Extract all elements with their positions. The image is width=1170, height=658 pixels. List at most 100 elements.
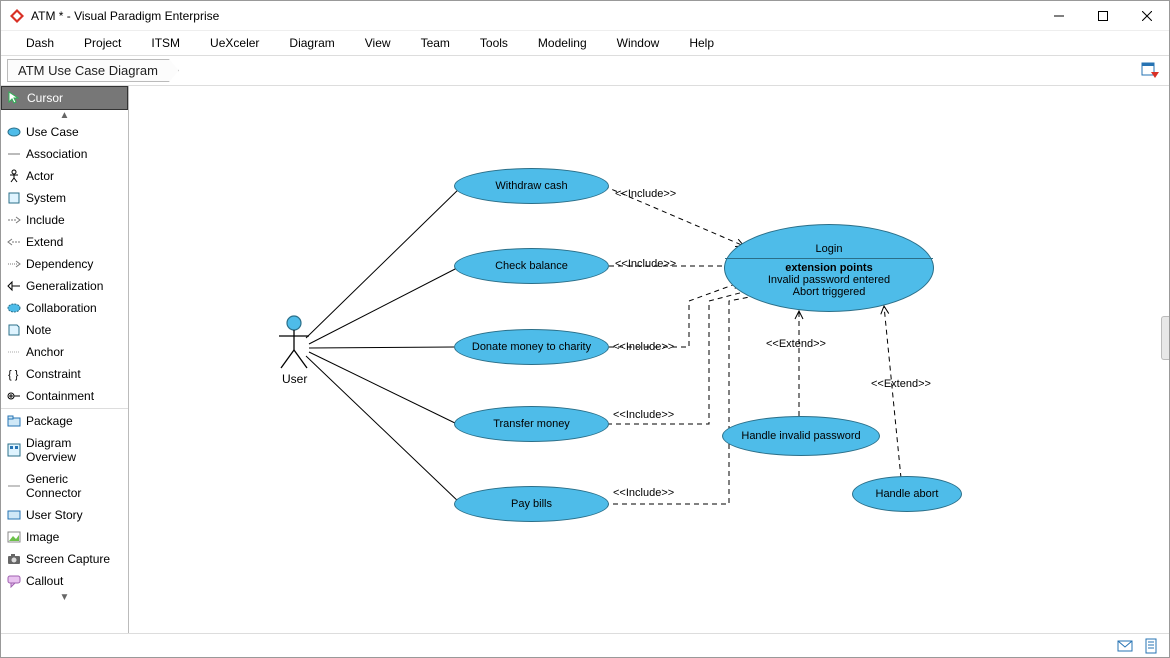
tool-include[interactable]: Include — [1, 209, 128, 231]
usecase-handle-invalid[interactable]: Handle invalid password — [722, 416, 880, 456]
login-title: Login — [816, 243, 843, 255]
tool-diagram-overview[interactable]: Diagram Overview — [1, 432, 128, 468]
tool-label: Anchor — [26, 345, 64, 359]
folder-icon — [7, 414, 21, 428]
svg-text:{ }: { } — [8, 369, 19, 381]
menu-dash[interactable]: Dash — [11, 33, 69, 53]
rect-icon — [7, 191, 21, 205]
actor-user-shape[interactable] — [276, 314, 312, 370]
menu-project[interactable]: Project — [69, 33, 136, 53]
anchor-icon — [7, 345, 21, 359]
tool-label: Package — [26, 414, 73, 428]
mail-icon[interactable] — [1117, 638, 1133, 654]
tool-collaboration[interactable]: Collaboration — [1, 297, 128, 319]
usecase-login[interactable]: Login extension points Invalid password … — [724, 224, 934, 312]
window-title: ATM * - Visual Paradigm Enterprise — [31, 9, 1037, 23]
actor-icon — [7, 169, 21, 183]
tool-system[interactable]: System — [1, 187, 128, 209]
tool-dependency[interactable]: Dependency — [1, 253, 128, 275]
palette-scroll-up[interactable]: ▲ — [1, 110, 128, 121]
tool-label: Screen Capture — [26, 552, 110, 566]
switch-diagram-icon[interactable] — [1141, 62, 1159, 80]
tool-label: Generalization — [26, 279, 103, 293]
login-ep-1: Invalid password entered — [768, 274, 890, 286]
diagram-canvas[interactable]: User Withdraw cash Check balance Donate … — [129, 86, 1169, 633]
generalization-icon — [7, 279, 21, 293]
tab-diagram[interactable]: ATM Use Case Diagram — [7, 59, 179, 82]
tool-extend[interactable]: Extend — [1, 231, 128, 253]
note-icon — [7, 323, 21, 337]
containment-icon — [7, 389, 21, 403]
tool-label: System — [26, 191, 66, 205]
tool-generalization[interactable]: Generalization — [1, 275, 128, 297]
maximize-button[interactable] — [1081, 1, 1125, 30]
tool-usecase[interactable]: Use Case — [1, 121, 128, 143]
connector-icon — [7, 479, 21, 493]
overview-icon — [7, 443, 21, 457]
tool-actor[interactable]: Actor — [1, 165, 128, 187]
include-icon — [7, 213, 21, 227]
dependency-icon — [7, 257, 21, 271]
menu-team[interactable]: Team — [406, 33, 465, 53]
tool-constraint[interactable]: { } Constraint — [1, 363, 128, 385]
tool-label: Image — [26, 530, 59, 544]
usecase-handle-abort[interactable]: Handle abort — [852, 476, 962, 512]
tool-label: Dependency — [26, 257, 93, 271]
menu-tools[interactable]: Tools — [465, 33, 523, 53]
menu-modeling[interactable]: Modeling — [523, 33, 602, 53]
tool-label: Callout — [26, 574, 63, 588]
usecase-transfer[interactable]: Transfer money — [454, 406, 609, 442]
tool-containment[interactable]: Containment — [1, 385, 128, 407]
usecase-withdraw[interactable]: Withdraw cash — [454, 168, 609, 204]
line-icon — [7, 147, 21, 161]
tool-label: Cursor — [27, 91, 63, 105]
menubar: Dash Project ITSM UeXceler Diagram View … — [1, 31, 1169, 56]
tool-label: Include — [26, 213, 65, 227]
tool-package[interactable]: Package — [1, 410, 128, 432]
tool-generic-connector[interactable]: Generic Connector — [1, 468, 128, 504]
minimize-button[interactable] — [1037, 1, 1081, 30]
menu-window[interactable]: Window — [602, 33, 675, 53]
callout-icon — [7, 574, 21, 588]
tool-label: Collaboration — [26, 301, 97, 315]
menu-itsm[interactable]: ITSM — [136, 33, 195, 53]
tool-callout[interactable]: Callout — [1, 570, 128, 592]
camera-icon — [7, 552, 21, 566]
include-label-4: <<Include>> — [613, 409, 674, 421]
usecase-check-balance[interactable]: Check balance — [454, 248, 609, 284]
menu-view[interactable]: View — [350, 33, 406, 53]
menu-diagram[interactable]: Diagram — [274, 33, 349, 53]
tool-screen-capture[interactable]: Screen Capture — [1, 548, 128, 570]
tool-cursor[interactable]: Cursor — [1, 86, 128, 110]
usecase-pay-bills[interactable]: Pay bills — [454, 486, 609, 522]
app-logo-icon — [9, 8, 25, 24]
right-panel-toggle[interactable] — [1161, 316, 1169, 360]
tool-label: Constraint — [26, 367, 81, 381]
collaboration-icon — [7, 301, 21, 315]
constraint-icon: { } — [7, 367, 21, 381]
page-icon[interactable] — [1143, 638, 1159, 654]
tool-image[interactable]: Image — [1, 526, 128, 548]
titlebar: ATM * - Visual Paradigm Enterprise — [1, 1, 1169, 31]
menu-uexceler[interactable]: UeXceler — [195, 33, 274, 53]
card-icon — [7, 508, 21, 522]
ellipse-icon — [7, 125, 21, 139]
usecase-donate[interactable]: Donate money to charity — [454, 329, 609, 365]
tool-anchor[interactable]: Anchor — [1, 341, 128, 363]
tool-label: User Story — [26, 508, 83, 522]
extend-label-1: <<Extend>> — [766, 338, 826, 350]
menu-help[interactable]: Help — [674, 33, 729, 53]
tab-row: ATM Use Case Diagram — [1, 56, 1169, 86]
tool-note[interactable]: Note — [1, 319, 128, 341]
close-button[interactable] — [1125, 1, 1169, 30]
tool-palette: Cursor ▲ Use Case Association Actor Syst… — [1, 86, 129, 633]
tool-label: Actor — [26, 169, 54, 183]
include-label-3: <<Include>> — [613, 341, 674, 353]
tool-label: Diagram Overview — [26, 436, 122, 464]
extend-icon — [7, 235, 21, 249]
tool-user-story[interactable]: User Story — [1, 504, 128, 526]
tool-association[interactable]: Association — [1, 143, 128, 165]
tool-label: Note — [26, 323, 51, 337]
include-label-1: <<Include>> — [615, 188, 676, 200]
palette-scroll-down[interactable]: ▼ — [1, 592, 128, 603]
